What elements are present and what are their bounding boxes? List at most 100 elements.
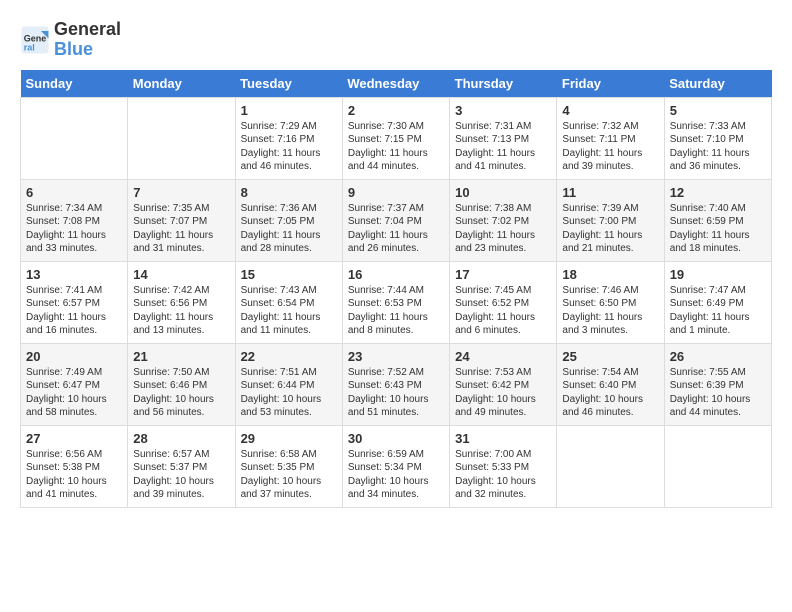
calendar-cell (21, 97, 128, 179)
day-number: 24 (455, 349, 551, 364)
day-content: Sunrise: 7:29 AM Sunset: 7:16 PM Dayligh… (241, 120, 337, 174)
day-number: 31 (455, 431, 551, 446)
day-number: 14 (133, 267, 229, 282)
logo-text: General Blue (54, 20, 121, 60)
calendar-cell: 15 Sunrise: 7:43 AM Sunset: 6:54 PM Dayli… (235, 261, 342, 343)
day-content: Sunrise: 7:51 AM Sunset: 6:44 PM Dayligh… (241, 366, 337, 420)
day-content: Sunrise: 7:53 AM Sunset: 6:42 PM Dayligh… (455, 366, 551, 420)
day-content: Sunrise: 6:57 AM Sunset: 5:37 PM Dayligh… (133, 448, 229, 502)
day-content: Sunrise: 7:41 AM Sunset: 6:57 PM Dayligh… (26, 284, 122, 338)
logo: Gene ral General Blue (20, 20, 121, 60)
day-content: Sunrise: 7:38 AM Sunset: 7:02 PM Dayligh… (455, 202, 551, 256)
week-row-1: 1 Sunrise: 7:29 AM Sunset: 7:16 PM Daylig… (21, 97, 772, 179)
calendar-cell: 9Sunrise: 7:37 AM Sunset: 7:04 PM Daylig… (342, 179, 449, 261)
weekday-header-wednesday: Wednesday (342, 70, 449, 98)
day-number: 25 (562, 349, 658, 364)
day-number: 22 (241, 349, 337, 364)
day-number: 18 (562, 267, 658, 282)
day-content: Sunrise: 7:30 AM Sunset: 7:15 PM Dayligh… (348, 120, 444, 174)
day-content: Sunrise: 7:43 AM Sunset: 6:54 PM Dayligh… (241, 284, 337, 338)
day-content: Sunrise: 7:42 AM Sunset: 6:56 PM Dayligh… (133, 284, 229, 338)
day-content: Sunrise: 7:52 AM Sunset: 6:43 PM Dayligh… (348, 366, 444, 420)
week-row-5: 27Sunrise: 6:56 AM Sunset: 5:38 PM Dayli… (21, 425, 772, 507)
weekday-header-monday: Monday (128, 70, 235, 98)
weekday-header-thursday: Thursday (450, 70, 557, 98)
calendar-cell: 25 Sunrise: 7:54 AM Sunset: 6:40 PM Dayli… (557, 343, 664, 425)
calendar-cell: 3Sunrise: 7:31 AM Sunset: 7:13 PM Daylig… (450, 97, 557, 179)
calendar-cell: 6 Sunrise: 7:34 AM Sunset: 7:08 PM Daylig… (21, 179, 128, 261)
day-content: Sunrise: 7:44 AM Sunset: 6:53 PM Dayligh… (348, 284, 444, 338)
calendar-cell: 19 Sunrise: 7:47 AM Sunset: 6:49 PM Dayli… (664, 261, 771, 343)
day-number: 30 (348, 431, 444, 446)
calendar-cell: 7Sunrise: 7:35 AM Sunset: 7:07 PM Daylig… (128, 179, 235, 261)
day-number: 4 (562, 103, 658, 118)
day-number: 3 (455, 103, 551, 118)
day-content: Sunrise: 7:46 AM Sunset: 6:50 PM Dayligh… (562, 284, 658, 338)
weekday-header-saturday: Saturday (664, 70, 771, 98)
day-number: 29 (241, 431, 337, 446)
day-number: 20 (26, 349, 122, 364)
day-number: 6 (26, 185, 122, 200)
day-content: Sunrise: 7:39 AM Sunset: 7:00 PM Dayligh… (562, 202, 658, 256)
weekday-header-row: SundayMondayTuesdayWednesdayThursdayFrid… (21, 70, 772, 98)
day-number: 21 (133, 349, 229, 364)
calendar-cell: 22 Sunrise: 7:51 AM Sunset: 6:44 PM Dayli… (235, 343, 342, 425)
calendar-cell: 14 Sunrise: 7:42 AM Sunset: 6:56 PM Dayli… (128, 261, 235, 343)
calendar-cell: 18 Sunrise: 7:46 AM Sunset: 6:50 PM Dayli… (557, 261, 664, 343)
day-number: 27 (26, 431, 122, 446)
calendar-cell: 11Sunrise: 7:39 AM Sunset: 7:00 PM Dayli… (557, 179, 664, 261)
day-number: 23 (348, 349, 444, 364)
calendar-cell (664, 425, 771, 507)
day-content: Sunrise: 7:36 AM Sunset: 7:05 PM Dayligh… (241, 202, 337, 256)
calendar-cell: 27Sunrise: 6:56 AM Sunset: 5:38 PM Dayli… (21, 425, 128, 507)
day-content: Sunrise: 7:54 AM Sunset: 6:40 PM Dayligh… (562, 366, 658, 420)
day-content: Sunrise: 7:37 AM Sunset: 7:04 PM Dayligh… (348, 202, 444, 256)
calendar-cell: 31Sunrise: 7:00 AM Sunset: 5:33 PM Dayli… (450, 425, 557, 507)
calendar-cell: 5Sunrise: 7:33 AM Sunset: 7:10 PM Daylig… (664, 97, 771, 179)
day-content: Sunrise: 7:33 AM Sunset: 7:10 PM Dayligh… (670, 120, 766, 174)
day-number: 1 (241, 103, 337, 118)
calendar-cell: 8 Sunrise: 7:36 AM Sunset: 7:05 PM Daylig… (235, 179, 342, 261)
day-number: 15 (241, 267, 337, 282)
day-number: 19 (670, 267, 766, 282)
day-content: Sunrise: 7:34 AM Sunset: 7:08 PM Dayligh… (26, 202, 122, 256)
calendar-cell: 2 Sunrise: 7:30 AM Sunset: 7:15 PM Daylig… (342, 97, 449, 179)
weekday-header-sunday: Sunday (21, 70, 128, 98)
day-content: Sunrise: 7:32 AM Sunset: 7:11 PM Dayligh… (562, 120, 658, 174)
day-number: 17 (455, 267, 551, 282)
day-content: Sunrise: 6:58 AM Sunset: 5:35 PM Dayligh… (241, 448, 337, 502)
day-number: 13 (26, 267, 122, 282)
day-number: 7 (133, 185, 229, 200)
calendar-cell: 24 Sunrise: 7:53 AM Sunset: 6:42 PM Dayli… (450, 343, 557, 425)
svg-text:ral: ral (24, 42, 35, 52)
day-content: Sunrise: 7:40 AM Sunset: 6:59 PM Dayligh… (670, 202, 766, 256)
day-content: Sunrise: 6:59 AM Sunset: 5:34 PM Dayligh… (348, 448, 444, 502)
day-number: 16 (348, 267, 444, 282)
week-row-4: 20 Sunrise: 7:49 AM Sunset: 6:47 PM Dayli… (21, 343, 772, 425)
calendar-cell: 29 Sunrise: 6:58 AM Sunset: 5:35 PM Dayli… (235, 425, 342, 507)
weekday-header-friday: Friday (557, 70, 664, 98)
day-content: Sunrise: 7:49 AM Sunset: 6:47 PM Dayligh… (26, 366, 122, 420)
logo-icon: Gene ral (20, 25, 50, 55)
day-number: 8 (241, 185, 337, 200)
calendar-cell: 30 Sunrise: 6:59 AM Sunset: 5:34 PM Dayli… (342, 425, 449, 507)
calendar-cell: 28Sunrise: 6:57 AM Sunset: 5:37 PM Dayli… (128, 425, 235, 507)
calendar-cell: 23 Sunrise: 7:52 AM Sunset: 6:43 PM Dayli… (342, 343, 449, 425)
calendar-cell: 12Sunrise: 7:40 AM Sunset: 6:59 PM Dayli… (664, 179, 771, 261)
page-header: Gene ral General Blue (20, 20, 772, 60)
week-row-3: 13 Sunrise: 7:41 AM Sunset: 6:57 PM Dayli… (21, 261, 772, 343)
week-row-2: 6 Sunrise: 7:34 AM Sunset: 7:08 PM Daylig… (21, 179, 772, 261)
calendar-cell: 20 Sunrise: 7:49 AM Sunset: 6:47 PM Dayli… (21, 343, 128, 425)
day-content: Sunrise: 7:45 AM Sunset: 6:52 PM Dayligh… (455, 284, 551, 338)
calendar-cell: 13 Sunrise: 7:41 AM Sunset: 6:57 PM Dayli… (21, 261, 128, 343)
day-content: Sunrise: 7:55 AM Sunset: 6:39 PM Dayligh… (670, 366, 766, 420)
calendar-table: SundayMondayTuesdayWednesdayThursdayFrid… (20, 70, 772, 508)
day-number: 2 (348, 103, 444, 118)
calendar-cell: 21Sunrise: 7:50 AM Sunset: 6:46 PM Dayli… (128, 343, 235, 425)
calendar-cell (557, 425, 664, 507)
calendar-cell: 26Sunrise: 7:55 AM Sunset: 6:39 PM Dayli… (664, 343, 771, 425)
calendar-cell: 16 Sunrise: 7:44 AM Sunset: 6:53 PM Dayli… (342, 261, 449, 343)
calendar-cell (128, 97, 235, 179)
day-content: Sunrise: 7:47 AM Sunset: 6:49 PM Dayligh… (670, 284, 766, 338)
day-number: 10 (455, 185, 551, 200)
